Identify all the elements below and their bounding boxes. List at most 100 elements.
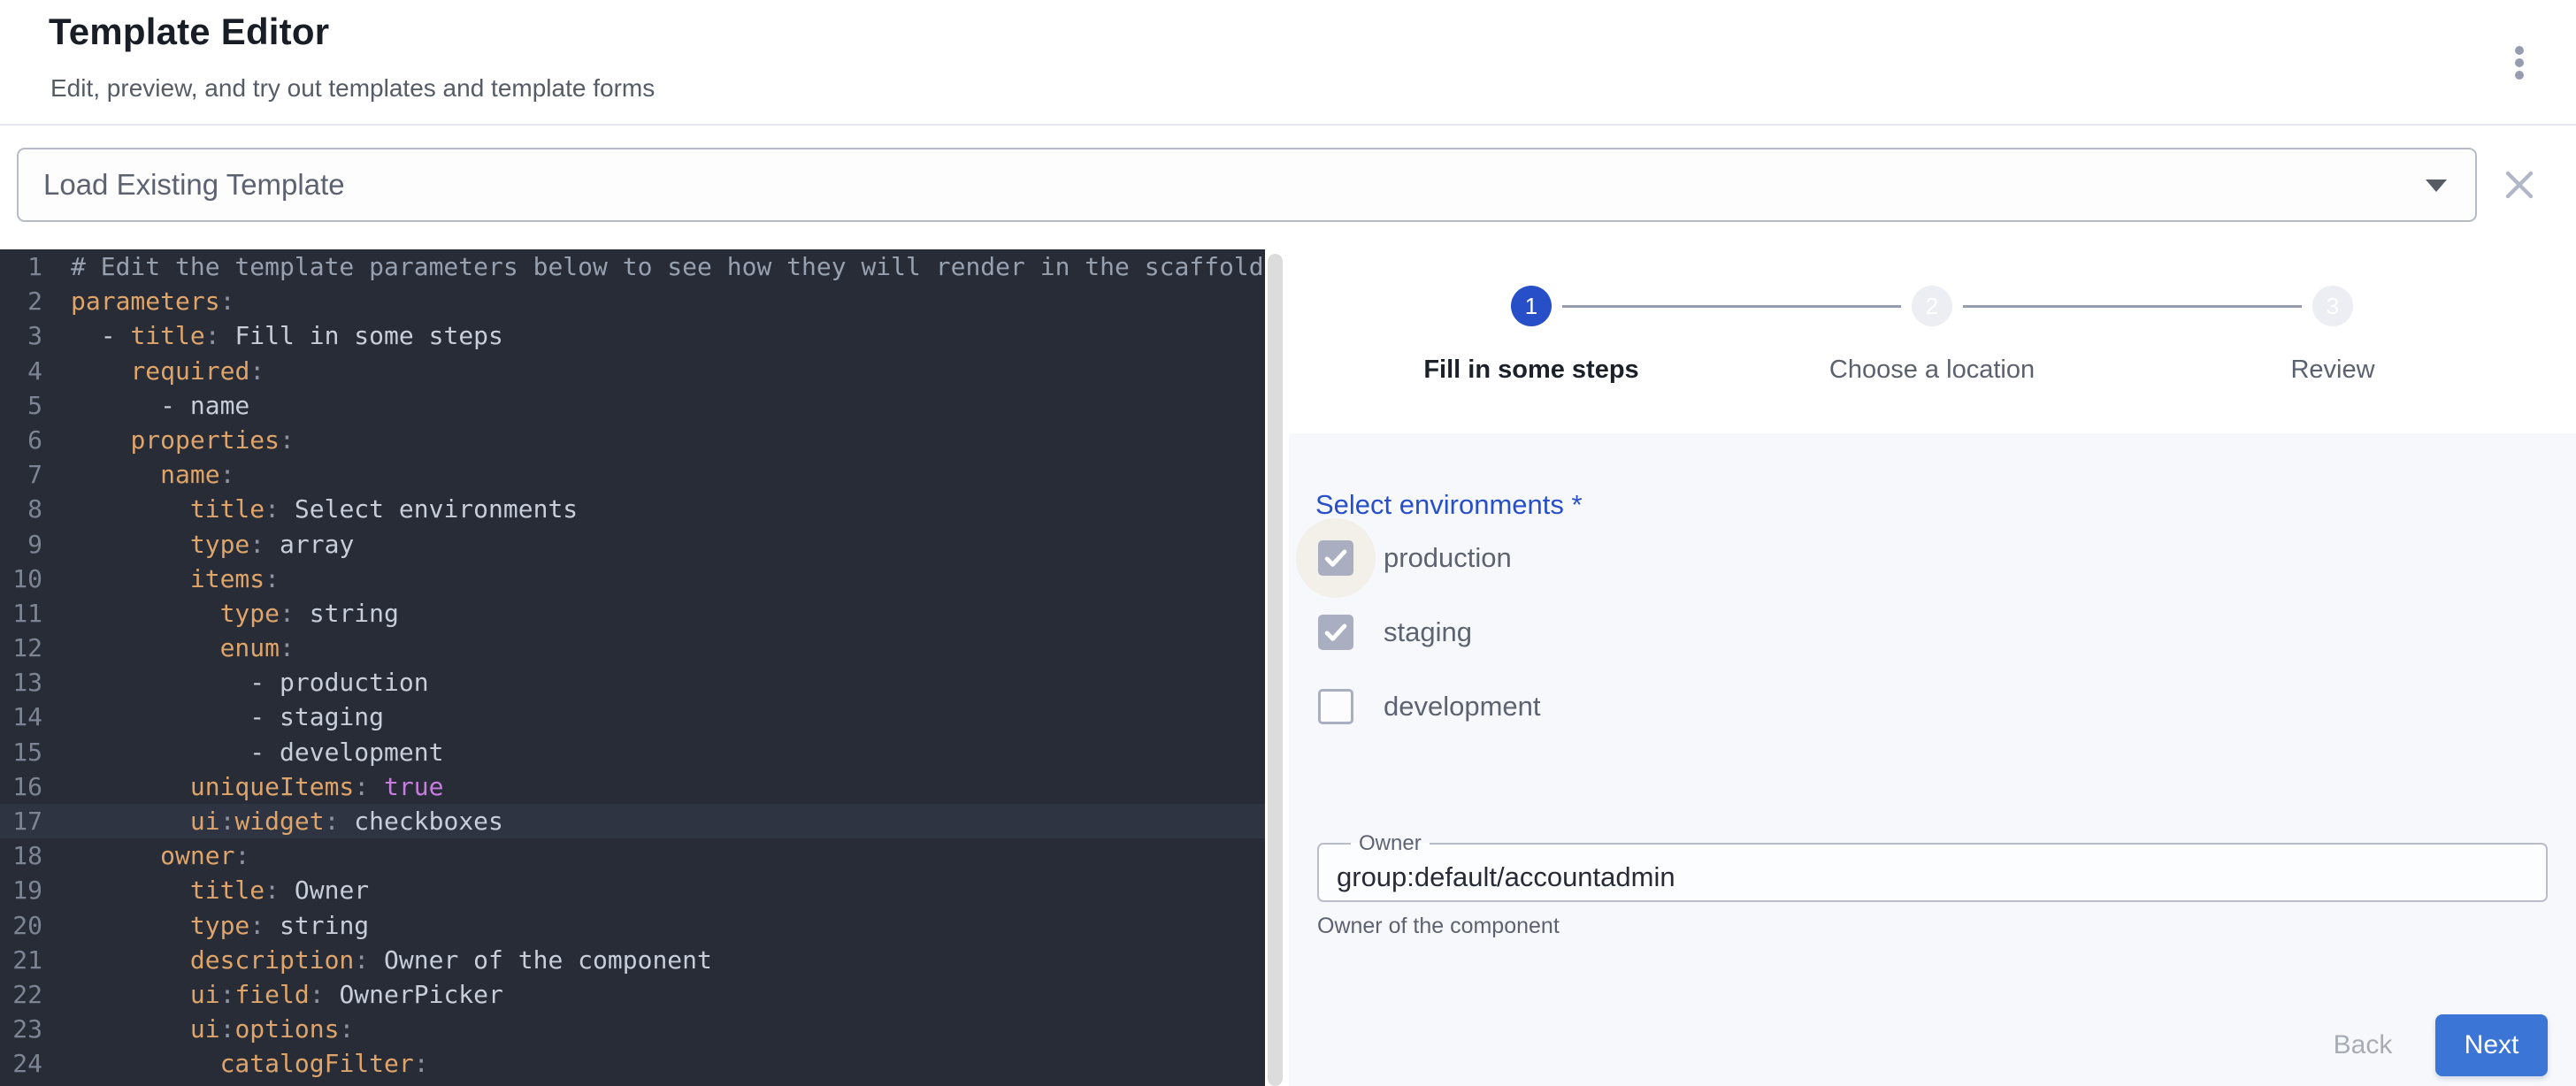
code-lines: 1# Edit the template parameters below to… xyxy=(0,249,1265,1082)
line-number: 2 xyxy=(0,284,42,318)
code-text: uniqueItems: true xyxy=(71,769,443,804)
code-line[interactable]: 6 properties: xyxy=(0,423,1265,457)
checkbox-staging[interactable]: staging xyxy=(1318,606,1472,659)
load-template-select[interactable]: Load Existing Template xyxy=(17,148,2477,222)
checkbox-production[interactable]: production xyxy=(1318,532,1512,585)
kebab-menu-icon xyxy=(2515,46,2524,80)
step-label: Fill in some steps xyxy=(1328,356,1735,385)
header-divider xyxy=(0,124,2576,126)
code-text: enum: xyxy=(71,631,295,665)
line-number: 15 xyxy=(0,735,42,769)
line-number: 16 xyxy=(0,769,42,804)
code-text: type: string xyxy=(71,908,369,943)
step-indicator: 3 xyxy=(2312,286,2353,326)
code-text: type: string xyxy=(71,596,399,631)
line-number: 7 xyxy=(0,457,42,492)
code-line[interactable]: 3 - title: Fill in some steps xyxy=(0,318,1265,353)
line-number: 10 xyxy=(0,562,42,596)
code-text: ui:widget: checkboxes xyxy=(71,804,503,838)
code-text: # Edit the template parameters below to … xyxy=(71,249,1264,284)
line-number: 21 xyxy=(0,943,42,977)
code-line[interactable]: 4 required: xyxy=(0,354,1265,388)
environments-label: Select environments * xyxy=(1315,489,1583,521)
code-line[interactable]: 10 items: xyxy=(0,562,1265,596)
line-number: 23 xyxy=(0,1012,42,1046)
code-text: properties: xyxy=(71,423,295,457)
checkbox-label: staging xyxy=(1384,616,1472,648)
code-text: owner: xyxy=(71,838,249,873)
code-line[interactable]: 11 type: string xyxy=(0,596,1265,631)
code-text: catalogFilter: xyxy=(71,1046,429,1081)
editor-scrollbar-thumb[interactable] xyxy=(1268,254,1283,1086)
code-text: items: xyxy=(71,562,280,596)
code-line[interactable]: 19 title: Owner xyxy=(0,873,1265,907)
code-line[interactable]: 15 - development xyxy=(0,735,1265,769)
chevron-down-icon xyxy=(2426,180,2447,192)
code-line[interactable]: 5 - name xyxy=(0,388,1265,423)
line-number: 18 xyxy=(0,838,42,873)
line-number: 8 xyxy=(0,492,42,526)
code-line[interactable]: 2 parameters: xyxy=(0,284,1265,318)
code-line[interactable]: 14 - staging xyxy=(0,700,1265,734)
code-line[interactable]: 7 name: xyxy=(0,457,1265,492)
code-editor[interactable]: 1# Edit the template parameters below to… xyxy=(0,249,1265,1086)
code-text: - staging xyxy=(71,700,384,734)
code-text: ui:field: OwnerPicker xyxy=(71,977,503,1012)
code-text: description: Owner of the component xyxy=(71,943,712,977)
line-number: 24 xyxy=(0,1046,42,1081)
code-line[interactable]: 12 enum: xyxy=(0,631,1265,665)
more-options-button[interactable] xyxy=(2498,34,2541,92)
code-line[interactable]: 23 ui:options: xyxy=(0,1012,1265,1046)
line-number: 9 xyxy=(0,527,42,562)
checkbox-label: production xyxy=(1384,542,1512,574)
code-line[interactable]: 17 ui:widget: checkboxes xyxy=(0,804,1265,838)
checkbox-development[interactable]: development xyxy=(1318,680,1541,733)
page-subtitle: Edit, preview, and try out templates and… xyxy=(50,74,655,103)
step-connector xyxy=(1963,305,2302,308)
code-line[interactable]: 22 ui:field: OwnerPicker xyxy=(0,977,1265,1012)
code-line[interactable]: 24 catalogFilter: xyxy=(0,1046,1265,1081)
line-number: 17 xyxy=(0,804,42,838)
step-label: Choose a location xyxy=(1729,356,2135,385)
editor-scrollbar[interactable] xyxy=(1268,249,1283,1086)
code-line[interactable]: 16 uniqueItems: true xyxy=(0,769,1265,804)
line-number: 12 xyxy=(0,631,42,665)
code-line[interactable]: 8 title: Select environments xyxy=(0,492,1265,526)
line-number: 4 xyxy=(0,354,42,388)
line-number: 20 xyxy=(0,908,42,943)
code-line[interactable]: 9 type: array xyxy=(0,527,1265,562)
step-label: Review xyxy=(2129,356,2536,385)
step-2: 2Choose a location xyxy=(1799,249,2065,433)
checkbox-icon xyxy=(1318,540,1353,576)
line-number: 11 xyxy=(0,596,42,631)
stepper: 1Fill in some steps2Choose a location3Re… xyxy=(1289,249,2576,433)
checkbox-icon xyxy=(1318,615,1353,650)
line-number: 5 xyxy=(0,388,42,423)
code-text: - title: Fill in some steps xyxy=(71,318,503,353)
line-number: 6 xyxy=(0,423,42,457)
code-line[interactable]: 21 description: Owner of the component xyxy=(0,943,1265,977)
code-text: - name xyxy=(71,388,249,423)
code-text: ui:options: xyxy=(71,1012,354,1046)
code-line[interactable]: 13 - production xyxy=(0,665,1265,700)
owner-input[interactable] xyxy=(1337,858,2504,897)
step-1: 1Fill in some steps xyxy=(1399,249,1664,433)
checkbox-label: development xyxy=(1384,691,1541,723)
code-text: parameters: xyxy=(71,284,234,318)
code-line[interactable]: 20 type: string xyxy=(0,908,1265,943)
step-indicator: 1 xyxy=(1511,286,1552,326)
owner-helper-text: Owner of the component xyxy=(1317,914,1560,939)
code-text: - production xyxy=(71,665,429,700)
back-button[interactable]: Back xyxy=(2308,1014,2418,1076)
code-text: name: xyxy=(71,457,234,492)
code-text: title: Select environments xyxy=(71,492,578,526)
owner-field: Owner xyxy=(1317,831,2548,902)
code-line[interactable]: 18 owner: xyxy=(0,838,1265,873)
code-line[interactable]: 1# Edit the template parameters below to… xyxy=(0,249,1265,284)
form-panel: Select environments * production staging d… xyxy=(1289,433,2576,1086)
next-button[interactable]: Next xyxy=(2435,1014,2548,1076)
step-indicator: 2 xyxy=(1912,286,1952,326)
load-template-placeholder: Load Existing Template xyxy=(43,168,345,202)
close-icon[interactable] xyxy=(2502,167,2537,203)
code-text: - development xyxy=(71,735,443,769)
